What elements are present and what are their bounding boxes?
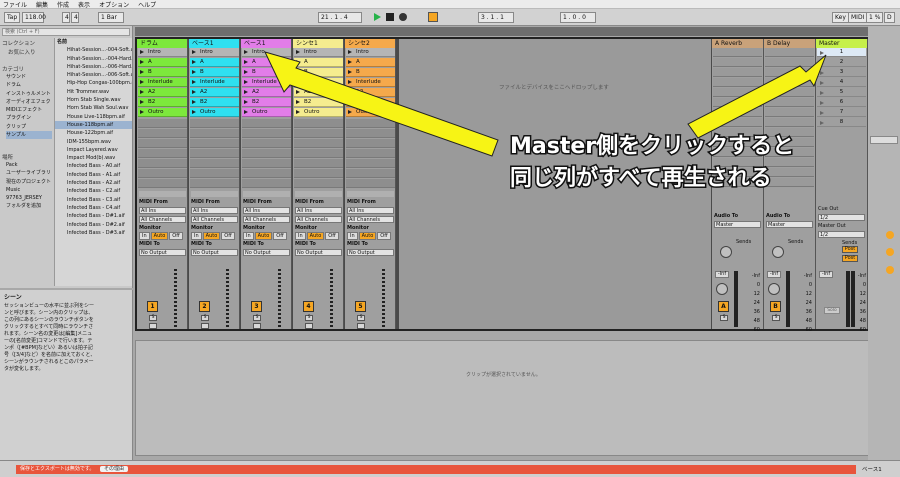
arrow-to-master <box>687 54 827 139</box>
annotation-line-2: 同じ列がすべて再生される <box>509 165 774 193</box>
arrow-to-clips <box>264 51 499 157</box>
annotation-line-1: Master側をクリックすると <box>508 133 795 161</box>
annotation-arrows <box>264 51 827 157</box>
